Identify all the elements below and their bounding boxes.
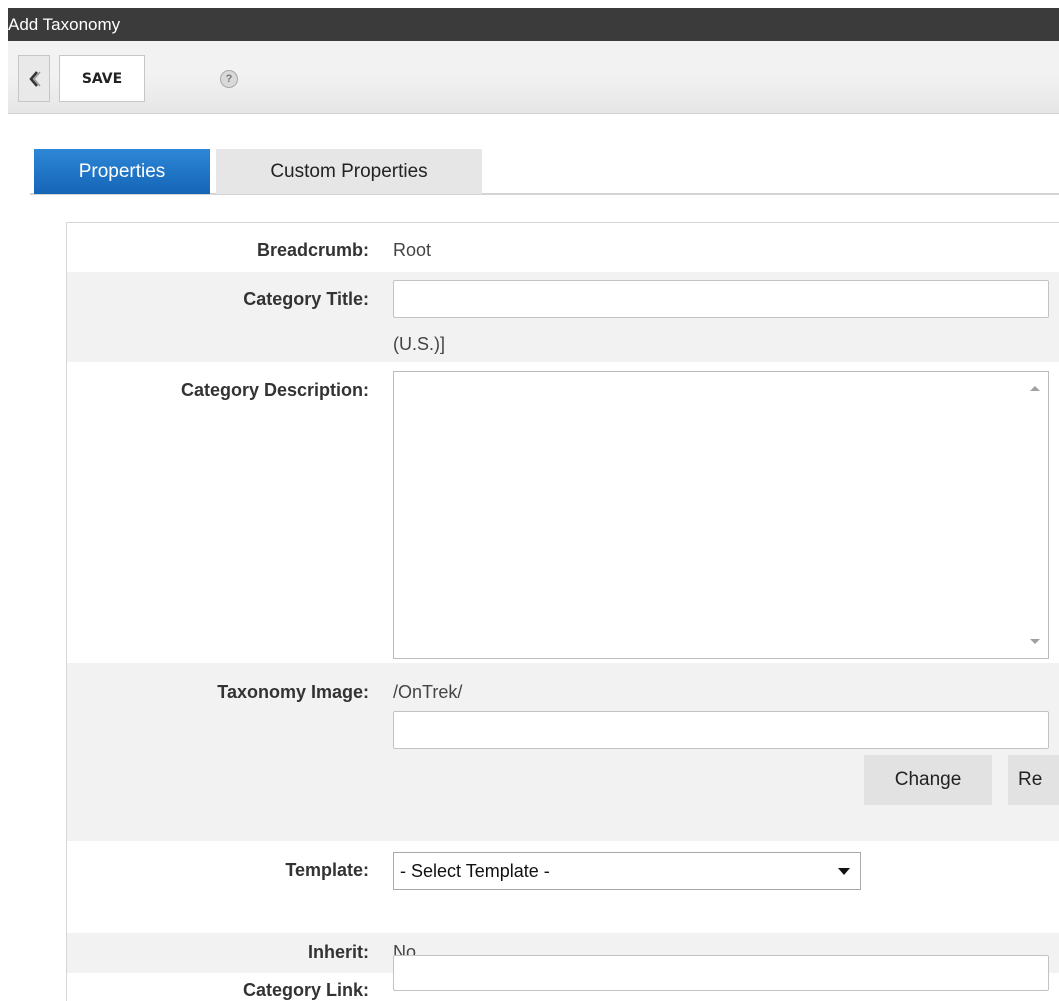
breadcrumb-label: Breadcrumb: [256,240,369,260]
scroll-down-icon[interactable] [1030,639,1040,644]
window-title: Add Taxonomy [8,8,1059,41]
tab-custom-properties[interactable]: Custom Properties [216,149,482,194]
taxonomy-image-row [67,663,1059,841]
save-button[interactable]: SAVE [59,55,145,102]
toolbar [8,41,1059,114]
help-icon[interactable]: ? [220,70,238,88]
remove-image-button[interactable]: Re [1008,755,1059,805]
template-label: Template: [285,860,369,880]
category-title-note: (U.S.)] [393,334,445,354]
tab-properties[interactable]: Properties [34,149,210,194]
category-description-label: Category Description: [180,380,369,400]
dropdown-arrow-icon [838,868,850,875]
scroll-up-icon[interactable] [1030,386,1040,391]
back-button[interactable] [18,55,50,102]
category-description-textarea[interactable] [393,371,1049,659]
template-select[interactable]: - Select Template - [393,852,861,890]
category-title-input[interactable] [393,280,1049,318]
taxonomy-image-path: /OnTrek/ [393,682,463,702]
inherit-label: Inherit: [308,942,369,962]
taxonomy-image-label: Taxonomy Image: [217,682,369,702]
change-image-button[interactable]: Change [864,755,992,805]
template-selected-value: - Select Template - [400,861,550,881]
category-title-label: Category Title: [243,289,369,309]
breadcrumb-value: Root [393,240,432,260]
category-link-label: Category Link: [242,980,369,1000]
chevron-left-icon [29,70,41,87]
category-link-input[interactable] [393,955,1049,991]
taxonomy-image-input[interactable] [393,711,1049,749]
